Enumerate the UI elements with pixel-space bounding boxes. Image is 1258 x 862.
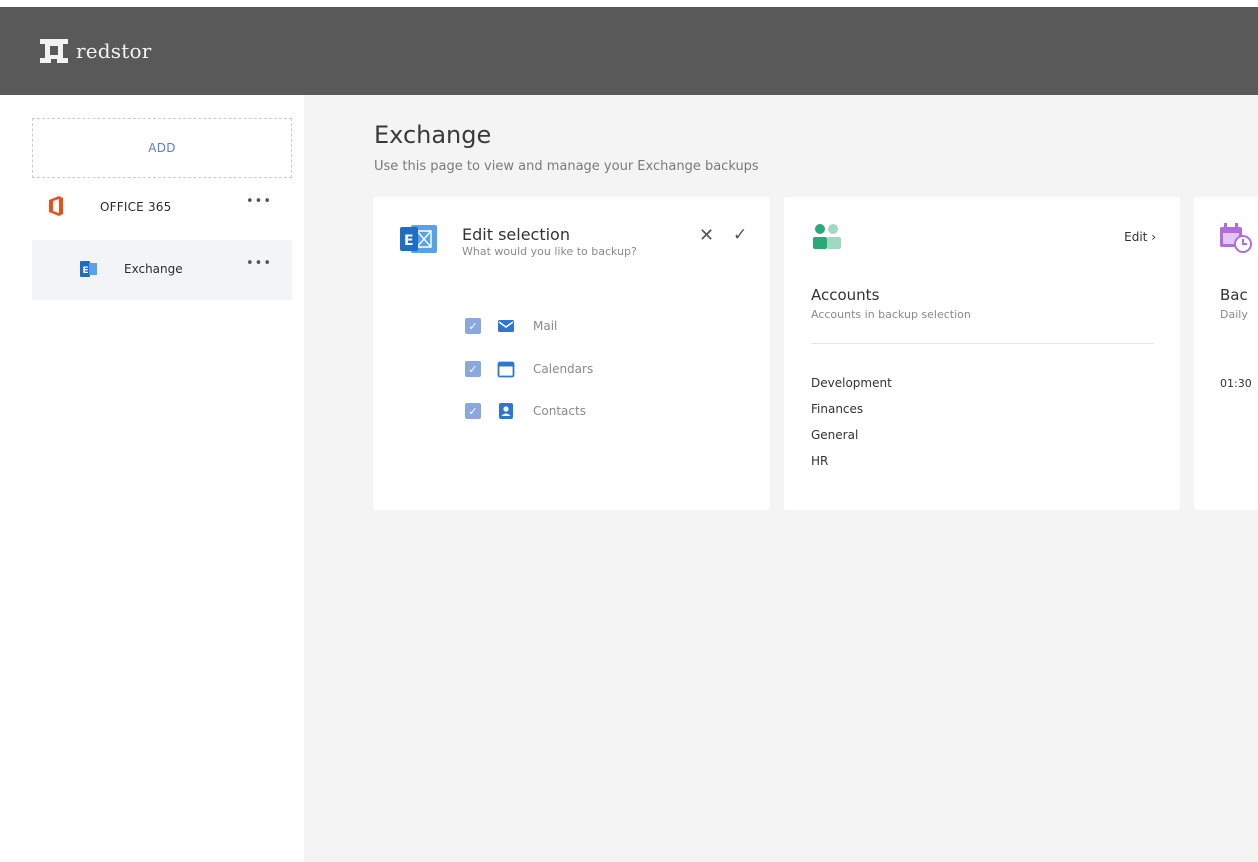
option-label: Calendars: [533, 362, 594, 376]
sidebar-item-office-365[interactable]: OFFICE 365 •••: [32, 178, 292, 240]
calendars-checkbox[interactable]: ✓: [465, 361, 481, 377]
option-label: Mail: [533, 319, 558, 333]
card-subtitle: Accounts in backup selection: [811, 308, 971, 321]
exchange-icon: E: [80, 261, 97, 277]
mail-checkbox[interactable]: ✓: [465, 318, 481, 334]
more-options-icon[interactable]: •••: [246, 256, 272, 271]
card-title: Accounts: [811, 286, 880, 304]
calendar-icon: [497, 361, 515, 378]
redstor-logo-icon: [40, 39, 68, 63]
exchange-icon: E: [400, 225, 437, 253]
option-mail: ✓ Mail: [465, 317, 557, 335]
sidebar-item-exchange[interactable]: E Exchange •••: [32, 240, 292, 300]
card-title: Edit selection: [462, 225, 570, 244]
page-subtitle: Use this page to view and manage your Ex…: [374, 159, 759, 174]
office-365-icon: [49, 196, 63, 216]
account-item: Development: [811, 376, 892, 390]
card-subtitle: Daily: [1220, 308, 1248, 321]
backup-time: 01:30: [1220, 377, 1252, 390]
calendar-clock-icon: [1220, 223, 1252, 253]
mail-icon: [498, 320, 514, 332]
svg-text:E: E: [83, 266, 89, 276]
add-button[interactable]: ADD: [32, 118, 292, 178]
contact-icon: [499, 403, 513, 419]
close-icon[interactable]: ✕: [699, 225, 714, 246]
logo-text: redstor: [76, 39, 152, 63]
edit-selection-card: E Edit selection What would you like to …: [373, 197, 770, 510]
card-title: Bac: [1220, 286, 1248, 304]
account-item: Finances: [811, 402, 864, 416]
sidebar-item-label: OFFICE 365: [100, 200, 172, 214]
backup-schedule-card: Bac Daily 01:30: [1194, 197, 1258, 510]
main-content: Exchange Use this page to view and manag…: [304, 95, 1258, 862]
account-item: General: [811, 428, 859, 442]
accounts-icon: [813, 224, 841, 249]
divider: [811, 343, 1154, 344]
app-header: redstor: [0, 7, 1258, 95]
option-contacts: ✓ Contacts: [465, 402, 586, 420]
confirm-icon[interactable]: ✓: [733, 225, 747, 245]
sidebar: ADD OFFICE 365 ••• E Exchange •••: [0, 95, 304, 862]
option-label: Contacts: [533, 404, 586, 418]
more-options-icon[interactable]: •••: [246, 194, 272, 209]
accounts-card: Edit › Accounts Accounts in backup selec…: [784, 197, 1180, 510]
card-subtitle: What would you like to backup?: [462, 245, 637, 258]
option-calendars: ✓ Calendars: [465, 360, 593, 378]
contacts-checkbox[interactable]: ✓: [465, 403, 481, 419]
edit-accounts-link[interactable]: Edit ›: [1124, 230, 1156, 244]
account-item: HR: [811, 454, 829, 468]
sidebar-item-label: Exchange: [124, 262, 183, 276]
svg-text:E: E: [404, 233, 414, 249]
page-title: Exchange: [374, 121, 492, 149]
redstor-logo[interactable]: redstor: [38, 37, 152, 65]
